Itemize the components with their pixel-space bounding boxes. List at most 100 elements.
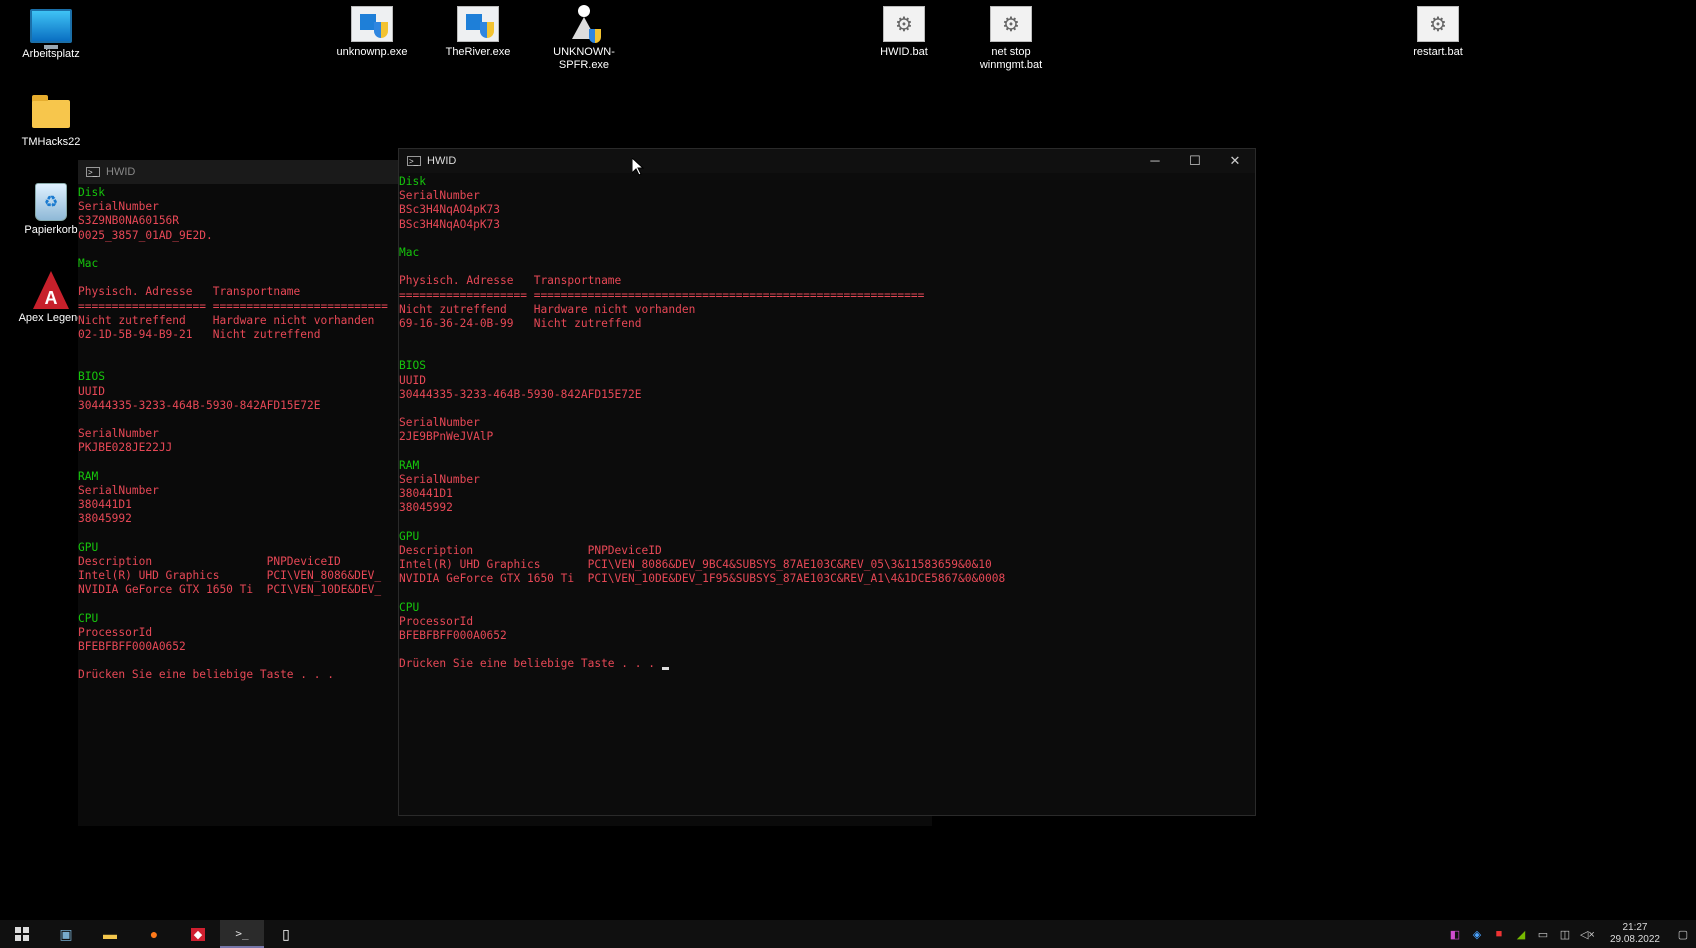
desktop-icon-label: HWID.bat: [880, 46, 928, 58]
console-line: CPU: [399, 600, 420, 614]
desktop-icon-net-stop-winmgmt-bat[interactable]: ⚙ net stop winmgmt.bat: [961, 4, 1061, 72]
desktop-icon-theriver-exe[interactable]: TheRiver.exe: [428, 4, 528, 59]
battery-icon[interactable]: ▭: [1536, 928, 1550, 941]
batch-file-icon: ⚙: [1416, 4, 1460, 44]
console-line: UUID: [399, 373, 426, 387]
network-icon[interactable]: ◫: [1558, 928, 1572, 941]
console-line: S3Z9NB0NA60156R: [78, 214, 180, 228]
console-line: SerialNumber: [78, 483, 159, 497]
taskbar-terminal[interactable]: >_: [220, 920, 264, 948]
console-line: Physisch. Adresse Transportname: [78, 285, 301, 299]
desktop-icon-label: UNKNOWN-SPFR.exe: [553, 46, 615, 71]
volume-muted-icon[interactable]: ◁×: [1580, 928, 1595, 941]
maximize-button[interactable]: ☐: [1175, 149, 1215, 173]
batch-file-icon: ⚙: [989, 4, 1033, 44]
folder-icon: ▬: [103, 926, 117, 942]
console-window-front[interactable]: >_ HWID ─ ☐ ✕ Disk SerialNumber BSc3H4NqAO…: [398, 148, 1256, 816]
desktop-icon-unknown-spfr-exe[interactable]: UNKNOWN-SPFR.exe: [534, 4, 634, 72]
document-icon: ▯: [282, 925, 290, 942]
console-line: 38045992: [399, 501, 453, 515]
console-line: PKJBE028JE22JJ: [78, 441, 173, 455]
console-line: Description PNPDeviceID: [399, 543, 662, 557]
console-line: ProcessorId: [399, 614, 474, 628]
desktop-icon-tmhacks22[interactable]: TMHacks22: [1, 94, 101, 149]
desktop-icon-unknownp-exe[interactable]: unknownp.exe: [322, 4, 422, 59]
system-tray: ◧ ◈ ■ ◢ ▭ ◫ ◁× 21:27 29.08.2022 ▢: [1448, 922, 1696, 946]
console-line: BFEBFBFF000A0652: [78, 640, 186, 653]
desktop-icon-arbeitsplatz[interactable]: Arbeitsplatz: [1, 6, 101, 61]
console-line: Drücken Sie eine beliebige Taste . . .: [399, 657, 1255, 671]
console-line: Drücken Sie eine beliebige Taste . . .: [78, 668, 334, 682]
window-title: HWID: [106, 165, 136, 178]
desktop-icon-label: Arbeitsplatz: [22, 48, 80, 60]
console-line: Disk: [399, 175, 426, 188]
tray-nvidia-icon[interactable]: ◢: [1514, 928, 1528, 941]
text-cursor: [661, 666, 669, 670]
console-line: Nicht zutreffend Hardware nicht vorhande…: [78, 313, 375, 327]
recycle-bin-icon: ♻: [29, 182, 73, 222]
console-line: 38045992: [78, 512, 132, 526]
console-line: 30444335-3233-464B-5930-842AFD15E72E: [399, 387, 642, 401]
console-line: RAM: [78, 469, 99, 483]
console-line: 380441D1: [399, 487, 453, 501]
console-line: Disk: [78, 186, 105, 199]
windows-icon: [15, 927, 29, 941]
taskbar-clock[interactable]: 21:27 29.08.2022: [1610, 922, 1660, 946]
console-line: =================== ====================…: [78, 299, 388, 313]
terminal-icon: >_: [235, 926, 249, 940]
desktop-icon-hwid-bat[interactable]: ⚙ HWID.bat: [854, 4, 954, 59]
start-button[interactable]: [0, 920, 44, 948]
taskbar-app-red[interactable]: ◆: [176, 920, 220, 948]
minimize-button[interactable]: ─: [1135, 149, 1175, 173]
taskbar-firefox[interactable]: ●: [132, 920, 176, 948]
taskbar-file-explorer[interactable]: ▬: [88, 920, 132, 948]
tray-record-icon[interactable]: ■: [1492, 928, 1506, 940]
firefox-icon: ●: [149, 926, 159, 942]
close-button[interactable]: ✕: [1215, 149, 1255, 173]
console-line: GPU: [78, 540, 99, 554]
taskbar-notepad[interactable]: ▯: [264, 920, 308, 948]
window-title: HWID: [427, 154, 457, 167]
console-titlebar[interactable]: >_ HWID ─ ☐ ✕: [399, 149, 1255, 173]
taskbar: ▣ ▬ ● ◆ >_ ▯ ◧ ◈ ■ ◢ ▭ ◫ ◁× 21:27 29.08.…: [0, 920, 1696, 948]
console-line: SerialNumber: [78, 427, 159, 441]
clock-time: 21:27: [1622, 922, 1648, 933]
console-line: Mac: [78, 256, 99, 270]
red-app-icon: ◆: [190, 927, 206, 941]
console-line: BSc3H4NqAO4pK73: [399, 217, 501, 231]
console-line: 2JE9BPnWeJVAlP: [399, 430, 494, 444]
console-line: BFEBFBFF000A0652: [399, 629, 507, 642]
console-line: Mac: [399, 245, 420, 259]
tray-shield-icon[interactable]: ◈: [1470, 928, 1484, 941]
taskbar-app-1[interactable]: ▣: [44, 920, 88, 948]
console-line: BSc3H4NqAO4pK73: [399, 203, 501, 217]
console-line: Nicht zutreffend Hardware nicht vorhande…: [399, 302, 696, 316]
terminal-app-icon: ▣: [59, 925, 73, 942]
folder-icon: [29, 94, 73, 134]
console-output[interactable]: Disk SerialNumber S3Z9NB0NA60156R 0025_3857…: [78, 184, 400, 683]
console-line: 380441D1: [78, 498, 132, 512]
console-output[interactable]: Disk SerialNumber BSc3H4NqAO4pK73 BSc3H4NqA…: [399, 173, 1255, 672]
notification-icon[interactable]: ▢: [1676, 928, 1690, 941]
console-line: BIOS: [78, 370, 105, 384]
desktop-icon-restart-bat[interactable]: ⚙ restart.bat: [1388, 4, 1488, 59]
tray-app-icon[interactable]: ◧: [1448, 928, 1462, 941]
console-line: ProcessorId: [78, 625, 153, 639]
clock-date: 29.08.2022: [1609, 934, 1660, 945]
terminal-icon: >_: [407, 156, 421, 166]
console-line: SerialNumber: [399, 189, 480, 203]
